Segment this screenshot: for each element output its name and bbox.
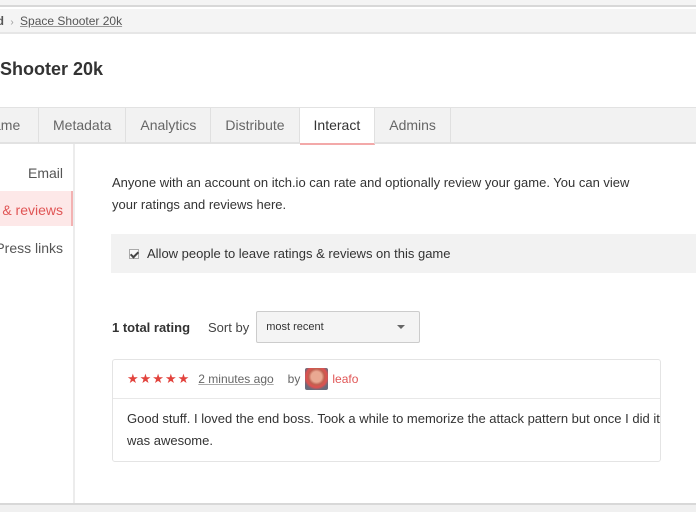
chevron-down-icon xyxy=(397,325,406,329)
breadcrumb: rd › Space Shooter 20k xyxy=(0,9,696,34)
review-card: ★★★★★ 2 minutes ago by leafo Good stuff.… xyxy=(112,359,661,462)
sort-select[interactable]: most recent xyxy=(256,311,421,343)
tab-bar: ame Metadata Analytics Distribute Intera… xyxy=(0,107,696,145)
tab-distribute[interactable]: Distribute xyxy=(211,108,300,143)
intro-text: Anyone with an account on itch.io can ra… xyxy=(112,175,630,212)
user-avatar[interactable] xyxy=(305,368,329,390)
review-user-link[interactable]: leafo xyxy=(332,372,358,386)
page-title: Shooter 20k xyxy=(0,59,104,79)
bottom-strip xyxy=(0,503,696,512)
top-strip xyxy=(0,0,696,7)
star-rating-icon: ★★★★★ xyxy=(127,371,191,386)
tab-edit-game[interactable]: ame xyxy=(0,108,39,143)
review-body: Good stuff. I loved the end boss. Took a… xyxy=(127,411,660,448)
tab-metadata[interactable]: Metadata xyxy=(39,108,127,143)
sidebar: Email & reviews Press links xyxy=(0,144,75,504)
tab-bar-spacer xyxy=(451,108,696,142)
total-ratings: 1 total rating xyxy=(112,319,191,335)
review-header: ★★★★★ 2 minutes ago by leafo xyxy=(113,360,660,399)
allow-reviews-checkbox[interactable] xyxy=(129,248,139,259)
tab-admins[interactable]: Admins xyxy=(375,108,451,143)
review-timestamp-link[interactable]: 2 minutes ago xyxy=(198,372,273,386)
review-by-label: by xyxy=(287,372,301,386)
breadcrumb-separator: › xyxy=(10,17,14,28)
allow-reviews-label: Allow people to leave ratings & reviews … xyxy=(147,246,451,261)
sort-select-value: most recent xyxy=(266,321,324,333)
sidebar-item-email[interactable]: Email xyxy=(28,165,63,181)
rating-toolbar: 1 total rating Sort by most recent xyxy=(112,311,421,343)
breadcrumb-item-dashboard[interactable]: rd xyxy=(0,14,4,28)
tab-interact[interactable]: Interact xyxy=(299,108,376,145)
sidebar-item-ratings-reviews[interactable]: & reviews xyxy=(2,202,63,218)
breadcrumb-item-game[interactable]: Space Shooter 20k xyxy=(20,14,122,28)
sort-by-label: Sort by xyxy=(208,319,250,335)
sidebar-item-press-links[interactable]: Press links xyxy=(0,240,63,256)
tab-analytics[interactable]: Analytics xyxy=(126,108,212,143)
allow-reviews-row[interactable]: Allow people to leave ratings & reviews … xyxy=(111,234,696,273)
